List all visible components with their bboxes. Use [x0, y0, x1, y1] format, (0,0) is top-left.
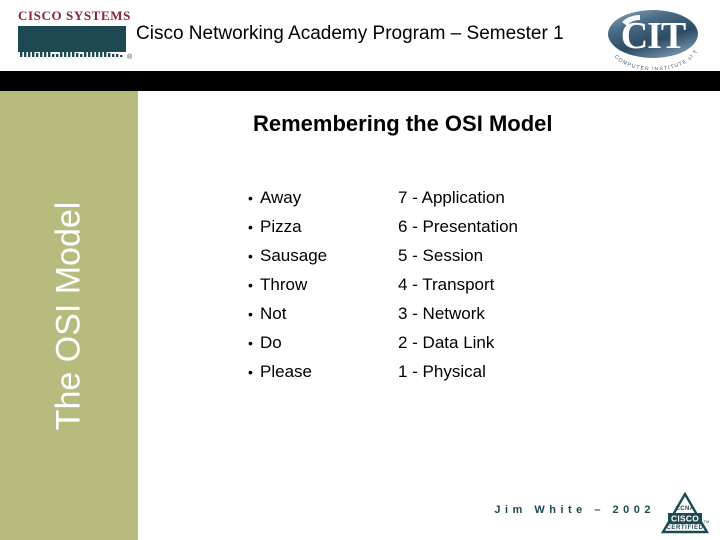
- list-item: • Pizza: [248, 212, 398, 241]
- bullet-icon: •: [248, 219, 253, 235]
- list-item: • Sausage: [248, 241, 398, 270]
- osi-layers-column: 7 - Application 6 - Presentation 5 - Ses…: [398, 183, 648, 386]
- osi-layer-item: 4 - Transport: [398, 275, 495, 294]
- bullet-icon: •: [248, 335, 253, 351]
- ccna-certified-logo: CCNA CISCO TM CERTIFIED: [660, 492, 710, 534]
- footer-credit-text: Jim White – 2002: [494, 504, 655, 516]
- content-heading: Remembering the OSI Model: [253, 111, 553, 136]
- bullet-icon: •: [248, 248, 253, 264]
- osi-layer-item: 7 - Application: [398, 188, 505, 207]
- list-item: • Throw: [248, 270, 398, 299]
- ccna-bottom-text: CERTIFIED: [666, 525, 703, 531]
- mnemonic-word: Please: [260, 362, 312, 381]
- mnemonic-word: Do: [260, 333, 282, 352]
- registered-trademark-icon: ®: [127, 54, 133, 61]
- mnemonic-column: • Away • Pizza • Sausage • Throw • Not • Do: [248, 183, 398, 386]
- header-divider-bar: [0, 71, 720, 91]
- slide-canvas: CISCO SYSTEMS ® Cisco Networking Academy…: [0, 0, 720, 540]
- mnemonic-word: Not: [260, 304, 287, 323]
- osi-layer-item: 3 - Network: [398, 304, 485, 323]
- ccna-top-text: CCNA: [676, 506, 695, 512]
- mnemonic-word: Sausage: [260, 246, 328, 265]
- slide-header: CISCO SYSTEMS ® Cisco Networking Academy…: [0, 0, 720, 91]
- cisco-wordmark-text: CISCO SYSTEMS: [18, 8, 131, 23]
- ccna-tm-text: TM: [704, 519, 710, 524]
- cisco-bridge-icon: [18, 26, 126, 57]
- mnemonic-word: Throw: [260, 275, 308, 294]
- osi-layer-item: 5 - Session: [398, 246, 484, 265]
- sidebar-label-text: The OSI Model: [49, 201, 88, 430]
- cisco-systems-logo: CISCO SYSTEMS ®: [16, 8, 132, 70]
- bullet-icon: •: [248, 306, 253, 322]
- list-item: • Do: [248, 328, 398, 357]
- list-item: • Please: [248, 357, 398, 386]
- slide-title: Cisco Networking Academy Program – Semes…: [136, 23, 564, 44]
- mnemonic-word: Away: [260, 188, 302, 207]
- osi-layer-item: 2 - Data Link: [398, 333, 495, 352]
- list-item: • Not: [248, 299, 398, 328]
- sidebar-panel: The OSI Model: [0, 91, 138, 540]
- bullet-icon: •: [248, 190, 253, 206]
- bullet-icon: •: [248, 277, 253, 293]
- sidebar-vertical-label: The OSI Model: [0, 91, 138, 540]
- ccna-middle-text: CISCO: [671, 514, 699, 524]
- osi-layer-item: 1 - Physical: [398, 362, 486, 381]
- list-item: • Away: [248, 183, 398, 212]
- slide-body: Remembering the OSI Model • Away • Pizza •…: [138, 91, 720, 540]
- bullet-icon: •: [248, 364, 253, 380]
- osi-layer-item: 6 - Presentation: [398, 217, 519, 236]
- cit-logo: CIT COMPUTER INSTITUTE of TECHNOLOGY: [598, 4, 699, 70]
- mnemonic-word: Pizza: [260, 217, 302, 236]
